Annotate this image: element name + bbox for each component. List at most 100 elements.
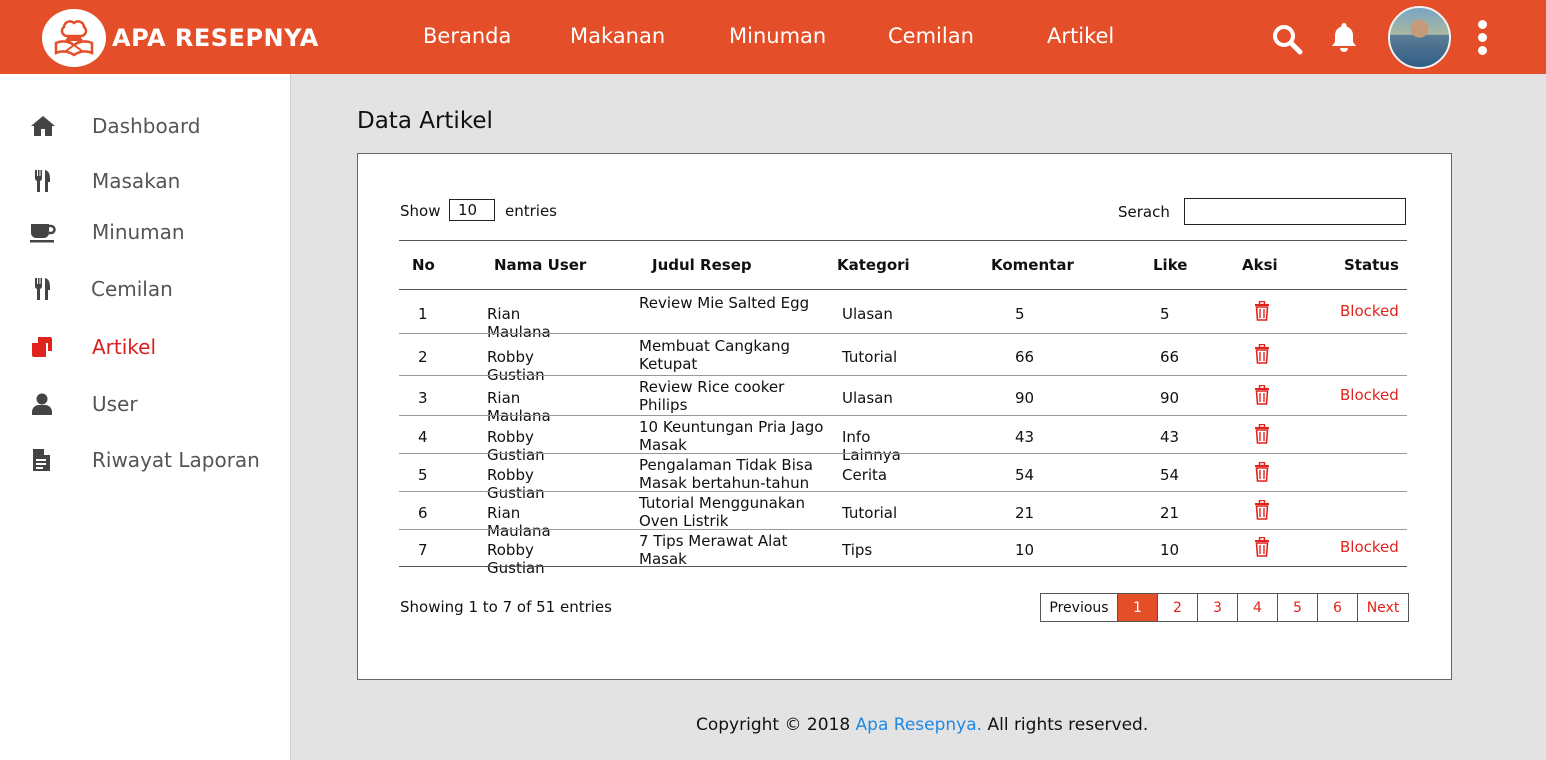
cell-like: 54 [1160,465,1180,484]
cell-komentar: 43 [1015,427,1035,446]
sidebar-item-riwayat-laporan[interactable]: Riwayat Laporan [0,440,291,480]
show-label: Show [400,202,441,220]
coffee-cup-icon [30,224,56,243]
table-divider [399,289,1407,290]
avatar[interactable] [1388,6,1451,69]
page-title: Data Artikel [357,108,493,134]
pagination-page-5[interactable]: 5 [1278,594,1318,621]
table-info: Showing 1 to 7 of 51 entries [400,598,612,616]
cell-kategori: Tutorial [842,503,898,522]
cell-nama-user: Rian Maulana [487,503,551,540]
cell-judul-resep: Review Rice cooker Philips [639,378,785,414]
top-navbar: APA RESEPNYA Beranda Makanan Minuman Cem… [0,0,1546,74]
more-vertical-icon[interactable] [1478,20,1487,59]
chef-book-icon [54,20,94,57]
search-label: Serach [1118,203,1170,221]
sidebar-item-artikel[interactable]: Artikel [0,327,291,367]
delete-icon[interactable] [1254,537,1270,557]
pagination: Previous 1 2 3 4 5 6 Next [1040,593,1409,622]
cell-judul-resep: Pengalaman Tidak Bisa Masak bertahun-tah… [639,456,813,492]
cell-komentar: 54 [1015,465,1035,484]
cell-komentar: 5 [1015,304,1025,323]
pagination-page-2[interactable]: 2 [1158,594,1198,621]
nav-minuman[interactable]: Minuman [729,24,826,48]
delete-icon[interactable] [1254,499,1270,520]
column-header-judul-resep[interactable]: Judul Resep [652,256,752,274]
sidebar-item-cemilan[interactable]: Cemilan [0,269,291,309]
pagination-previous-button[interactable]: Previous [1041,594,1118,621]
pagination-next-button[interactable]: Next [1358,594,1408,621]
entries-label: entries [505,202,557,220]
cell-like: 21 [1160,503,1180,522]
cell-like: 10 [1160,541,1180,559]
cell-nama-user: Rian Maulana [487,388,551,425]
cell-no: 3 [418,388,428,407]
row-divider [399,415,1407,416]
pagination-page-3[interactable]: 3 [1198,594,1238,621]
cell-kategori: Tips [842,541,873,559]
articles-icon [32,337,52,357]
sidebar-item-label: Masakan [92,169,181,193]
footer-brand-link[interactable]: Apa Resepnya. [856,715,983,735]
nav-beranda[interactable]: Beranda [423,24,511,48]
column-header-aksi[interactable]: Aksi [1242,256,1278,274]
pagination-page-1[interactable]: 1 [1118,594,1158,621]
cell-kategori: Cerita [842,465,888,484]
bell-icon[interactable] [1330,21,1358,53]
delete-icon[interactable] [1254,343,1270,364]
cell-like: 90 [1160,388,1180,407]
sidebar-item-minuman[interactable]: Minuman [0,212,291,252]
cell-like: 5 [1160,304,1170,323]
column-header-nama-user[interactable]: Nama User [494,256,586,274]
brand-logo[interactable] [42,9,106,67]
document-icon [33,449,50,471]
sidebar-item-label: Artikel [92,335,157,359]
cell-kategori: Tutorial [842,347,898,366]
nav-cemilan[interactable]: Cemilan [888,24,974,48]
cell-nama-user: Rian Maulana [487,304,551,341]
footer-rights: All rights reserved. [982,715,1149,735]
search-input[interactable] [1184,198,1406,225]
column-header-komentar[interactable]: Komentar [991,256,1074,274]
sidebar-item-label: Dashboard [92,114,201,138]
cell-no: 1 [418,304,428,323]
cell-judul-resep: Review Mie Salted Egg [639,293,810,312]
cell-no: 6 [418,503,428,522]
pagination-page-6[interactable]: 6 [1318,594,1358,621]
status-badge: Blocked [1340,301,1399,320]
status-badge: Blocked [1340,385,1399,404]
sidebar: Dashboard Masakan Minuman Cemilan Artike… [0,74,291,760]
sidebar-item-dashboard[interactable]: Dashboard [0,106,291,146]
column-header-kategori[interactable]: Kategori [837,256,910,274]
status-badge: Blocked [1340,538,1399,556]
cell-komentar: 21 [1015,503,1035,522]
row-divider [399,529,1407,530]
nav-makanan[interactable]: Makanan [570,24,665,48]
column-header-no[interactable]: No [412,256,435,274]
row-divider [399,333,1407,334]
row-divider [399,375,1407,376]
sidebar-item-masakan[interactable]: Masakan [0,161,291,201]
cell-judul-resep: Membuat Cangkang Ketupat [639,336,790,373]
column-header-status[interactable]: Status [1344,256,1399,274]
cell-komentar: 90 [1015,388,1035,407]
brand-name[interactable]: APA RESEPNYA [112,24,319,52]
cell-judul-resep: 7 Tips Merawat Alat Masak [639,532,788,568]
sidebar-item-label: Riwayat Laporan [92,448,260,472]
cell-nama-user: Robby Gustian [487,427,545,464]
cell-kategori: Ulasan [842,304,893,323]
cell-nama-user: Robby Gustian [487,541,545,577]
delete-icon[interactable] [1254,423,1270,444]
row-divider [399,566,1407,567]
cell-judul-resep: Tutorial Menggunakan Oven Listrik [639,494,805,530]
column-header-like[interactable]: Like [1153,256,1187,274]
delete-icon[interactable] [1254,300,1270,321]
pagination-page-4[interactable]: 4 [1238,594,1278,621]
sidebar-item-user[interactable]: User [0,384,291,424]
entries-per-page-select[interactable]: 10 [449,199,495,221]
sidebar-item-label: User [92,392,138,416]
search-icon[interactable] [1271,23,1303,55]
nav-artikel[interactable]: Artikel [1047,24,1114,48]
delete-icon[interactable] [1254,461,1270,482]
delete-icon[interactable] [1254,384,1270,405]
